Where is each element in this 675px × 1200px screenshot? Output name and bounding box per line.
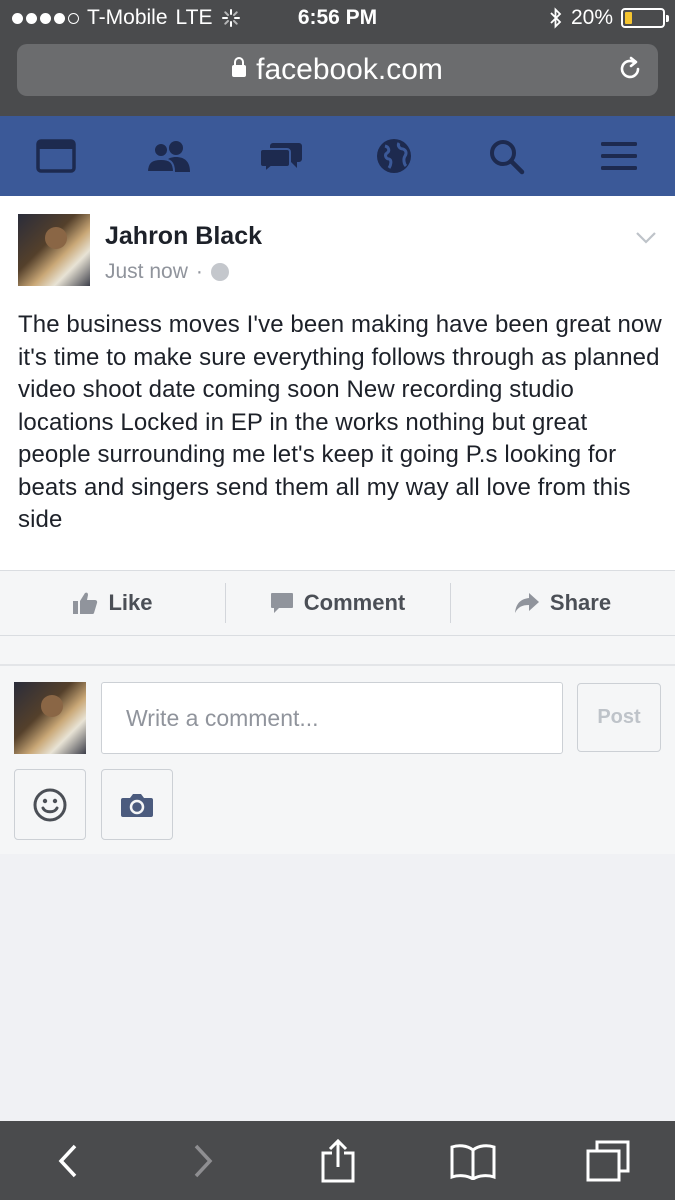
public-audience-icon (210, 263, 229, 281)
share-label: Share (549, 590, 612, 615)
like-label: Like (108, 590, 153, 615)
chevron-down-icon[interactable] (635, 226, 657, 248)
notifications-tab[interactable] (364, 126, 424, 186)
search-icon (490, 140, 525, 175)
status-right: 20% (549, 6, 669, 30)
url-text: facebook.com (256, 53, 443, 86)
friends-tab[interactable] (139, 126, 199, 186)
forward-button[interactable] (173, 1131, 233, 1191)
post-card: Jahron Black Just now · The business mov… (0, 196, 675, 570)
section-divider (0, 664, 675, 666)
battery-icon (621, 8, 669, 28)
comment-label: Comment (303, 590, 406, 615)
status-bar: T-Mobile LTE 6:56 PM 20% (0, 0, 675, 38)
reload-icon[interactable] (616, 55, 644, 83)
sticker-button[interactable] (14, 769, 86, 840)
post-timestamp[interactable]: Just now (105, 260, 188, 284)
post-actions-bar: Like Comment Share (0, 570, 675, 636)
news-feed-icon (36, 139, 76, 173)
url-display[interactable]: facebook.com (17, 53, 658, 87)
book-icon (450, 1143, 495, 1180)
facebook-nav-bar (0, 116, 675, 196)
empty-feed-area (0, 854, 675, 1121)
search-tab[interactable] (476, 126, 536, 186)
post-comment-button[interactable]: Post (577, 683, 661, 752)
chevron-left-icon (58, 1144, 76, 1177)
share-icon (321, 1138, 354, 1182)
share-sheet-button[interactable] (308, 1131, 368, 1191)
share-arrow-icon (514, 593, 539, 613)
browser-toolbar (0, 1121, 675, 1200)
messages-icon (259, 143, 303, 173)
menu-tab[interactable] (589, 126, 649, 186)
battery-level-fill (625, 12, 632, 24)
tabs-button[interactable] (578, 1131, 638, 1191)
friends-icon (145, 141, 190, 173)
photo-button[interactable] (101, 769, 173, 840)
comment-bubble-icon (270, 593, 293, 613)
battery-percent: 20% (570, 6, 613, 29)
browser-chrome: T-Mobile LTE 6:56 PM 20% facebook.com (0, 0, 675, 116)
post-text: The business moves I've been making have… (18, 311, 662, 533)
news-feed-tab[interactable] (26, 126, 86, 186)
comment-input[interactable] (101, 682, 563, 754)
composer-avatar (14, 682, 86, 754)
meta-separator: · (195, 260, 203, 283)
messages-tab[interactable] (251, 126, 311, 186)
share-button[interactable]: Share (450, 571, 675, 635)
like-button[interactable]: Like (0, 571, 225, 635)
menu-icon (600, 142, 637, 170)
tabs-icon (586, 1140, 629, 1181)
lock-icon (232, 57, 247, 77)
comment-button[interactable]: Comment (225, 571, 450, 635)
thumbs-up-icon (73, 592, 98, 614)
camera-icon (121, 793, 153, 817)
back-button[interactable] (38, 1131, 98, 1191)
chevron-right-icon (194, 1144, 212, 1177)
smiley-icon (33, 788, 67, 821)
author-avatar[interactable] (18, 214, 90, 286)
bookmarks-button[interactable] (443, 1131, 503, 1191)
post-meta: Just now · (105, 260, 229, 284)
address-bar[interactable]: facebook.com (17, 44, 658, 96)
bluetooth-icon (550, 7, 562, 29)
globe-icon (376, 139, 411, 173)
post-author[interactable]: Jahron Black (105, 222, 262, 251)
